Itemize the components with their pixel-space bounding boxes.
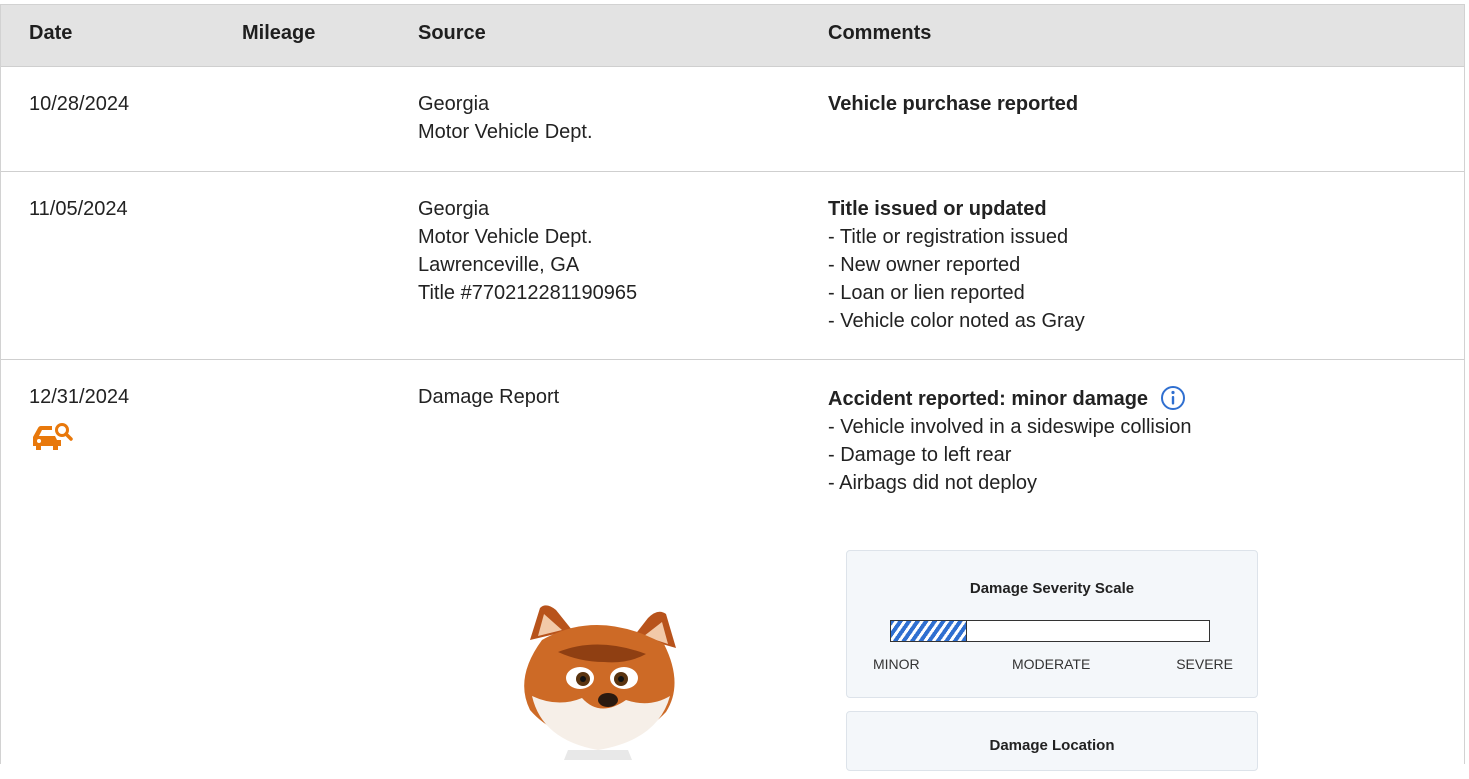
table-header: Date Mileage Source Comments	[1, 5, 1464, 67]
damage-inspection-icon	[33, 423, 73, 450]
severity-scale-bar	[890, 620, 1210, 642]
comment-title: Title issued or updated	[828, 198, 1047, 220]
row-comments: Vehicle purchase reported	[828, 90, 1078, 118]
severity-scale-fill	[891, 621, 968, 641]
row-source: Georgia Motor Vehicle Dept.	[418, 90, 593, 146]
info-icon[interactable]	[1160, 385, 1186, 411]
comment-item: - Title or registration issued	[828, 226, 1069, 248]
severity-label-moderate: MODERATE	[1012, 656, 1091, 672]
comment-title: Vehicle purchase reported	[828, 93, 1079, 115]
comment-item: - New owner reported	[828, 254, 1021, 276]
source-line: Title #770212281190965	[418, 282, 638, 304]
source-line: Georgia	[418, 93, 490, 115]
fox-mascot-image	[524, 605, 676, 760]
table-row: 11/05/2024 Georgia Motor Vehicle Dept. L…	[1, 171, 1464, 360]
comment-item: - Loan or lien reported	[828, 282, 1025, 304]
source-line: Georgia	[418, 198, 490, 220]
column-header-source: Source	[418, 22, 486, 44]
severity-scale-title: Damage Severity Scale	[969, 580, 1135, 597]
column-header-comments: Comments	[828, 22, 932, 44]
row-source: Georgia Motor Vehicle Dept. Lawrencevill…	[418, 195, 637, 307]
severity-label-minor: MINOR	[873, 656, 920, 672]
row-comments: Accident reported: minor damage - Vehicl…	[828, 385, 1192, 497]
row-source: Damage Report	[418, 383, 559, 411]
row-date: 12/31/2024	[29, 386, 130, 408]
damage-location-title: Damage Location	[989, 737, 1115, 754]
damage-location-panel: Damage Location	[846, 711, 1258, 771]
source-line: Motor Vehicle Dept.	[418, 121, 593, 143]
row-date: 10/28/2024	[29, 93, 130, 115]
source-line: Lawrenceville, GA	[418, 254, 580, 276]
comment-title: Accident reported: minor damage	[828, 385, 1192, 413]
column-header-date: Date	[29, 22, 73, 44]
comment-title-text: Accident reported: minor damage	[828, 388, 1149, 410]
comment-item: - Vehicle involved in a sideswipe collis…	[828, 416, 1192, 438]
row-date: 11/05/2024	[29, 198, 128, 220]
source-line: Motor Vehicle Dept.	[418, 226, 593, 248]
table-row: 10/28/2024 Georgia Motor Vehicle Dept. V…	[1, 66, 1464, 172]
comment-item: - Airbags did not deploy	[828, 472, 1038, 494]
column-header-mileage: Mileage	[242, 22, 316, 44]
severity-label-severe: SEVERE	[1176, 656, 1233, 672]
comment-item: - Damage to left rear	[828, 444, 1012, 466]
row-comments: Title issued or updated - Title or regis…	[828, 195, 1085, 335]
damage-severity-panel: Damage Severity Scale MINOR MODERATE SEV…	[846, 550, 1258, 698]
comment-item: - Vehicle color noted as Gray	[828, 310, 1085, 332]
source-line: Damage Report	[418, 386, 560, 408]
